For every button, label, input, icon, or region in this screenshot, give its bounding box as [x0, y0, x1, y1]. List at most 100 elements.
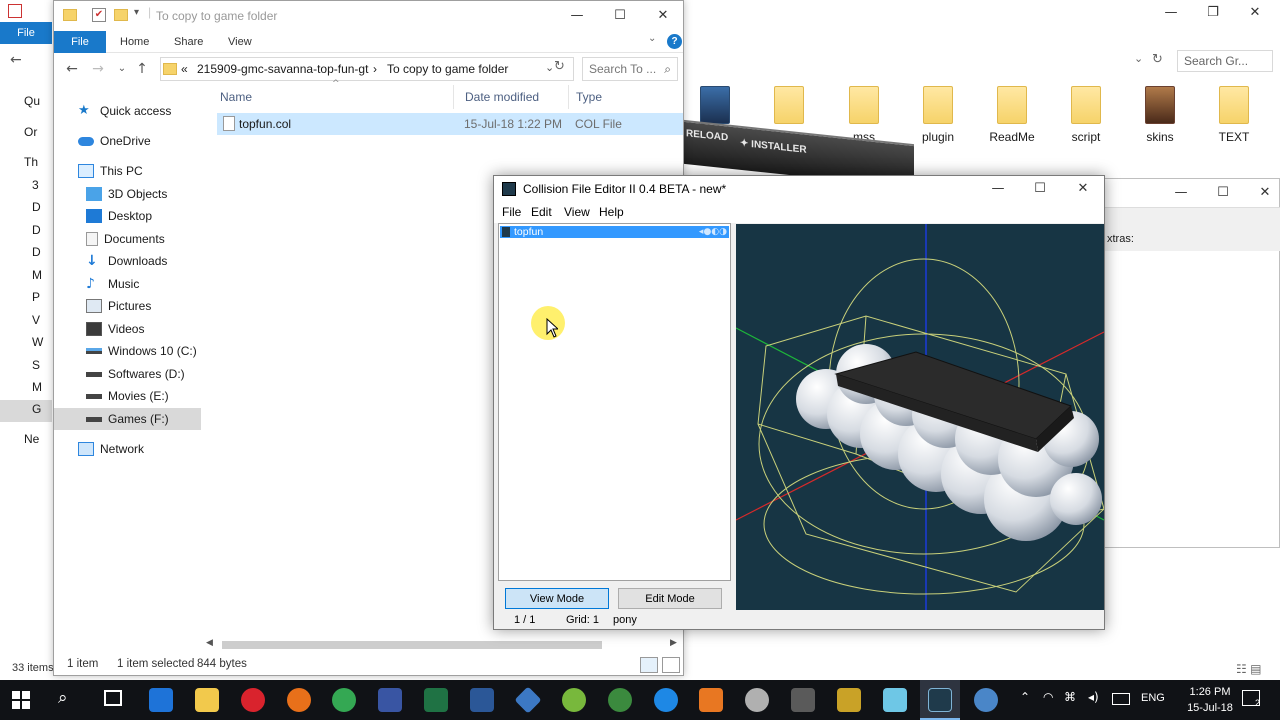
table-row[interactable]: topfun.col 15-Jul-18 1:22 PM COL File: [217, 113, 683, 135]
snipping-icon[interactable]: [745, 688, 769, 712]
edit-mode-button[interactable]: Edit Mode: [618, 588, 722, 609]
forward-arrow-icon[interactable]: →: [88, 59, 108, 79]
list-item[interactable]: topfun ◂●◐◑: [500, 226, 729, 238]
minimize-icon[interactable]: —: [975, 176, 1021, 200]
sidebar-item-drive-e[interactable]: Movies (E:): [54, 385, 201, 407]
folder-tile[interactable]: plugin: [901, 82, 975, 148]
utorrent-icon[interactable]: [562, 688, 586, 712]
scrollbar-thumb[interactable]: [222, 641, 602, 649]
folder-tile[interactable]: skins: [1123, 82, 1197, 148]
column-header-date[interactable]: Date modified: [459, 85, 569, 109]
folder-tile[interactable]: TEXT: [1197, 82, 1271, 148]
details-view-icon[interactable]: [640, 657, 658, 673]
back-arrow-icon[interactable]: ←: [10, 52, 22, 68]
properties-check-icon[interactable]: ✔: [92, 8, 106, 22]
maximize-icon[interactable]: ☐: [597, 3, 643, 27]
view-mode-button[interactable]: View Mode: [505, 588, 609, 609]
menu-help[interactable]: Help: [599, 205, 624, 219]
horizontal-scrollbar[interactable]: ◀ ▶: [202, 637, 683, 653]
input-method-icon[interactable]: ⌘: [1064, 690, 1076, 704]
address-dropdown-chevron-icon[interactable]: ⌄: [545, 61, 554, 74]
close-icon[interactable]: ✕: [640, 3, 686, 27]
notepad-icon[interactable]: [883, 688, 907, 712]
breadcrumb-parent[interactable]: 215909-gmc-savanna-top-fun-gt: [197, 62, 368, 76]
new-folder-icon[interactable]: [114, 9, 128, 21]
breadcrumb-current[interactable]: To copy to game folder: [387, 62, 508, 76]
close-icon[interactable]: ✕: [1242, 180, 1280, 204]
globe-icon[interactable]: [974, 688, 998, 712]
tab-share[interactable]: Share: [164, 31, 213, 53]
refresh-icon[interactable]: ↻: [554, 59, 570, 74]
bg-search-input[interactable]: Search Gr...: [1177, 50, 1273, 72]
menu-view[interactable]: View: [564, 205, 590, 219]
folder-tile[interactable]: ReadMe: [975, 82, 1049, 148]
language-indicator[interactable]: ENG: [1141, 692, 1165, 704]
collision-model-list[interactable]: topfun ◂●◐◑: [498, 223, 731, 581]
ribbon-expand-chevron-icon[interactable]: ⌄: [648, 33, 656, 44]
minimize-icon[interactable]: —: [554, 3, 600, 27]
tab-view[interactable]: View: [218, 31, 262, 53]
wifi-icon[interactable]: ◠: [1043, 690, 1053, 704]
sidebar-item-drive-f[interactable]: Games (F:): [54, 408, 201, 430]
sidebar-item-videos[interactable]: Videos: [54, 318, 201, 340]
file-explorer-icon[interactable]: [195, 688, 219, 712]
minimize-icon[interactable]: —: [1148, 0, 1194, 24]
sidebar-item-desktop[interactable]: Desktop: [54, 205, 201, 227]
firefox-icon[interactable]: [287, 688, 311, 712]
scroll-right-icon[interactable]: ▶: [670, 638, 677, 648]
help-icon[interactable]: ?: [667, 34, 682, 49]
3d-viewport[interactable]: [736, 224, 1104, 610]
task-view-icon[interactable]: [104, 690, 122, 706]
maximize-icon[interactable]: ☐: [1200, 180, 1246, 204]
tab-file[interactable]: File: [54, 31, 106, 53]
volume-icon[interactable]: ◂): [1088, 690, 1099, 704]
sidebar-item-quick-access[interactable]: ★ Quick access: [54, 100, 201, 122]
keyboard-icon[interactable]: [1112, 693, 1130, 705]
sidebar-item-downloads[interactable]: ↓ Downloads: [54, 250, 201, 272]
opera-icon[interactable]: [241, 688, 265, 712]
windows-start-icon[interactable]: [12, 691, 30, 709]
large-icons-view-icon[interactable]: [662, 657, 680, 673]
word-icon[interactable]: [470, 688, 494, 712]
sidebar-item-this-pc[interactable]: This PC: [54, 160, 201, 182]
calculator-icon[interactable]: [791, 688, 815, 712]
sidebar-item-network[interactable]: Network: [54, 438, 201, 460]
maps-icon[interactable]: [608, 688, 632, 712]
edge-icon[interactable]: [149, 688, 173, 712]
tab-home[interactable]: Home: [110, 31, 159, 53]
photos-icon[interactable]: [837, 688, 861, 712]
sidebar-item-music[interactable]: ♪ Music: [54, 273, 201, 295]
scroll-left-icon[interactable]: ◀: [206, 638, 213, 648]
excel-icon[interactable]: [424, 688, 448, 712]
menu-edit[interactable]: Edit: [531, 205, 552, 219]
customize-chevron-icon[interactable]: ▾: [134, 7, 139, 18]
sidebar-item-pictures[interactable]: Pictures: [54, 295, 201, 317]
close-icon[interactable]: ✕: [1232, 0, 1278, 24]
bg-file-tab[interactable]: File: [0, 22, 52, 44]
maximize-icon[interactable]: ☐: [1017, 176, 1063, 200]
minimize-icon[interactable]: —: [1158, 180, 1204, 204]
sidebar-item-drive-c[interactable]: Windows 10 (C:): [54, 340, 201, 362]
bg-nav-selected[interactable]: G: [0, 400, 52, 422]
sidebar-item-documents[interactable]: Documents: [54, 228, 201, 250]
search-input[interactable]: Search To ... ⌕: [582, 57, 678, 81]
collision-editor-icon[interactable]: [928, 688, 952, 712]
sidebar-item-drive-d[interactable]: Softwares (D:): [54, 363, 201, 385]
back-arrow-icon[interactable]: ←: [62, 59, 82, 79]
clock[interactable]: 1:26 PM 15-Jul-18: [1178, 684, 1242, 716]
chevron-down-icon[interactable]: ⌄: [1134, 52, 1143, 65]
search-icon[interactable]: ⌕: [58, 688, 68, 708]
column-header-type[interactable]: Type: [570, 85, 683, 109]
app-orange-icon[interactable]: [699, 688, 723, 712]
folder-tile[interactable]: script: [1049, 82, 1123, 148]
breadcrumb-overflow[interactable]: «: [181, 62, 188, 76]
refresh-icon[interactable]: ↻: [1152, 52, 1163, 67]
view-toggle-icon[interactable]: ☷ ▤: [1236, 662, 1276, 678]
address-bar[interactable]: « 215909-gmc-savanna-top-fun-gt › To cop…: [160, 57, 574, 81]
restore-icon[interactable]: ❐: [1190, 0, 1236, 24]
sidebar-item-3d-objects[interactable]: 3D Objects: [54, 183, 201, 205]
show-hidden-icons-icon[interactable]: ⌃: [1020, 690, 1030, 704]
visio-icon[interactable]: [378, 688, 402, 712]
chrome-icon[interactable]: [332, 688, 356, 712]
sidebar-item-onedrive[interactable]: OneDrive: [54, 130, 201, 152]
